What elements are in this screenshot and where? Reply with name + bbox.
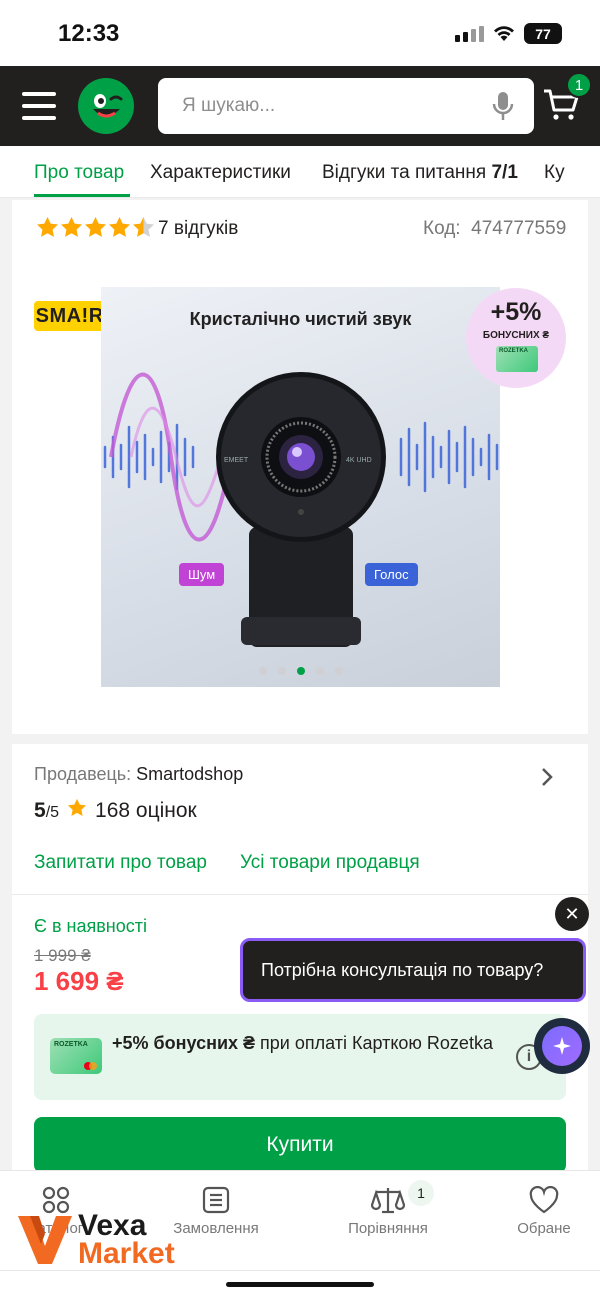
star-icon <box>67 798 87 823</box>
close-icon[interactable]: ✕ <box>555 897 589 931</box>
product-code-value: 474777559 <box>471 218 567 239</box>
tab-characteristics[interactable]: Характеристики <box>150 162 291 184</box>
active-tab-indicator <box>34 194 130 197</box>
gallery-dots[interactable] <box>101 667 500 675</box>
search-input[interactable] <box>182 78 482 134</box>
bonus-badge: +5% БОНУСНИХ ₴ ROZETKA <box>466 288 566 388</box>
bonus-info-box: ROZETKA +5% бонусних ₴ при оплаті Картко… <box>34 1014 566 1100</box>
availability-status: Є в наявності <box>34 916 147 936</box>
star-icon <box>60 216 83 237</box>
product-code: Код: 474777559 <box>423 218 566 240</box>
heart-icon <box>479 1184 600 1216</box>
camera-brand-right: 4K UHD <box>346 457 372 464</box>
cart-count-badge: 1 <box>566 72 592 98</box>
watermark-line2: Market <box>78 1237 175 1270</box>
compare-count-badge: 1 <box>408 1180 434 1206</box>
microphone-icon[interactable] <box>492 90 514 127</box>
gallery-dot[interactable] <box>296 667 305 675</box>
seller-name[interactable]: Smartodshop <box>136 764 243 784</box>
sparkle-icon <box>542 1026 582 1066</box>
camera-brand-left: EMEET <box>224 457 249 464</box>
voice-pill: Голос <box>365 563 418 586</box>
old-price: 1 999 ₴ <box>34 946 91 965</box>
wifi-icon <box>492 24 516 47</box>
all-seller-products-link[interactable]: Усі товари продавця <box>240 852 420 874</box>
bonus-badge-card-label: ROZETKA <box>499 348 528 354</box>
product-code-label: Код: <box>423 218 461 239</box>
gallery-dot[interactable] <box>277 667 286 675</box>
bonus-badge-card: ROZETKA <box>496 346 538 372</box>
gallery-dot[interactable] <box>258 667 267 675</box>
menu-icon[interactable] <box>22 92 56 120</box>
star-icon <box>132 216 155 237</box>
seller-score: 5 <box>34 799 46 822</box>
bonus-text: +5% бонусних ₴ при оплаті Карткою Rozetk… <box>112 1030 532 1057</box>
watermark-text: Vexa Market <box>78 1209 175 1270</box>
chevron-right-icon[interactable] <box>540 766 554 793</box>
rozetka-card-icon: ROZETKA <box>50 1038 102 1074</box>
divider <box>0 1270 600 1271</box>
bonus-text-bold: +5% бонусних ₴ <box>112 1033 256 1053</box>
tab-about[interactable]: Про товар <box>34 162 124 184</box>
tab-reviews-count: 7/1 <box>491 162 518 183</box>
bonus-text-rest: при оплаті Карткою Rozetka <box>255 1033 493 1053</box>
tab-more[interactable]: Ку <box>544 162 565 184</box>
bonus-badge-text: БОНУСНИХ ₴ <box>482 330 550 341</box>
watermark-line1: Vexa <box>78 1209 147 1242</box>
seller-ratings-count: 168 оцінок <box>95 799 197 822</box>
tab-reviews[interactable]: Відгуки та питання 7/1 <box>322 162 518 184</box>
search-bar <box>158 78 534 134</box>
buy-button[interactable]: Купити <box>34 1117 566 1173</box>
star-icon <box>108 216 131 237</box>
nav-compare-label: Порівняння <box>348 1220 428 1237</box>
tab-reviews-label: Відгуки та питання <box>322 162 487 183</box>
current-price: 1 699 ₴ <box>34 966 124 996</box>
nav-favorites[interactable]: Обране <box>479 1184 600 1237</box>
seller-rating: 5/5 168 оцінок <box>34 798 197 823</box>
product-image[interactable]: EMEET 4K UHD Кристалічно чистий звук Шум… <box>101 287 500 687</box>
rozetka-card-label: ROZETKA <box>54 1041 88 1048</box>
seller-line: Продавець: Smartodshop <box>34 764 243 785</box>
reviews-link[interactable]: 7 відгуків <box>158 218 238 240</box>
gallery-dot[interactable] <box>334 667 343 675</box>
noise-pill: Шум <box>179 563 225 586</box>
gallery-dot[interactable] <box>315 667 324 675</box>
signal-icon <box>455 26 484 42</box>
rozetka-logo[interactable] <box>78 78 134 134</box>
seller-score-of: /5 <box>45 804 60 821</box>
image-title: Кристалічно чистий звук <box>189 309 412 329</box>
bonus-badge-pct: +5% <box>490 298 542 326</box>
ask-about-product-link[interactable]: Запитати про товар <box>34 852 207 874</box>
star-icon <box>84 216 107 237</box>
rating-stars <box>36 216 155 238</box>
nav-favorites-label: Обране <box>517 1220 571 1237</box>
star-icon <box>36 216 59 237</box>
home-indicator <box>226 1282 374 1287</box>
consultation-bubble[interactable]: Потрібна консультація по товару? <box>240 938 586 1002</box>
vexa-logo-icon <box>18 1216 72 1264</box>
vexa-market-watermark: Vexa Market <box>16 1209 175 1270</box>
status-time: 12:33 <box>58 20 120 47</box>
seller-label: Продавець: <box>34 764 132 784</box>
ai-assistant-button[interactable] <box>534 1018 590 1074</box>
battery-icon: 77 <box>524 23 562 44</box>
